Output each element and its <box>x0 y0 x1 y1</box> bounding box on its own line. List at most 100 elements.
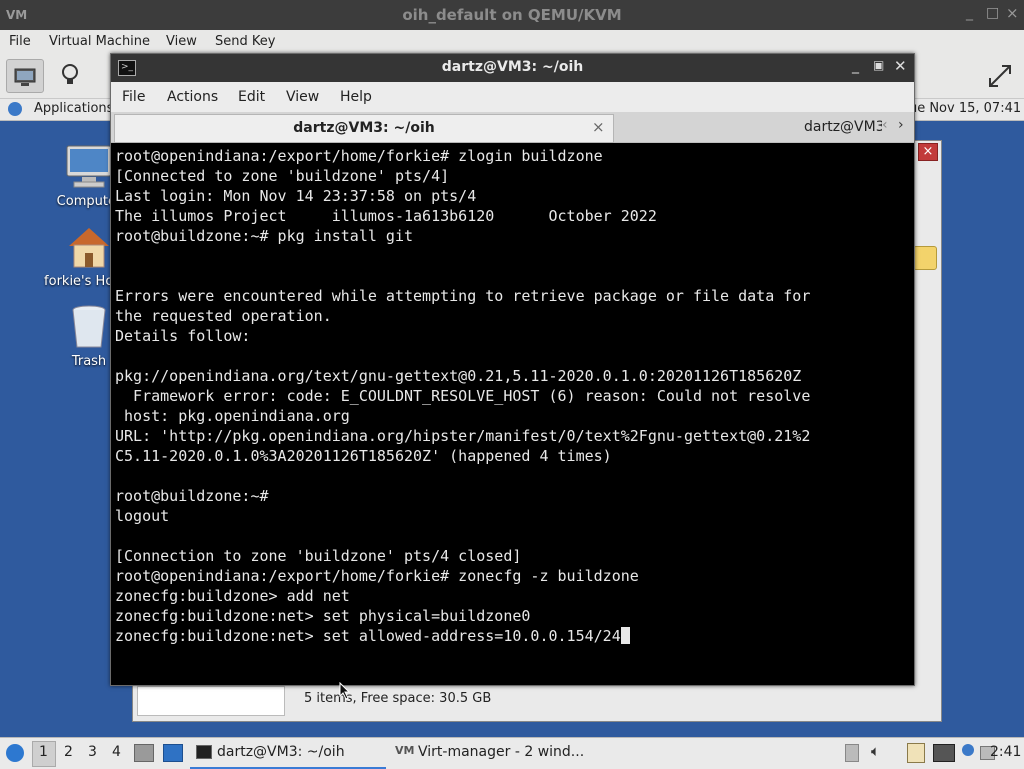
terminal-line-text: root@openindiana:/export/home/forkie# zl… <box>115 147 603 165</box>
terminal-tab-inactive[interactable]: dartz@VM3: ~/oih <box>614 114 882 141</box>
workspace-1[interactable]: 1 <box>39 744 48 760</box>
terminal-line-text: Last login: Mon Nov 14 23:37:58 on pts/4 <box>115 187 477 205</box>
terminal-line: root@buildzone:~# pkg install git <box>115 226 413 246</box>
host-menu-virtual-machine[interactable]: Virtual Machine <box>49 34 150 49</box>
terminal-line-text: logout <box>115 507 170 525</box>
home-folder-icon <box>69 228 109 268</box>
terminal-line: root@openindiana:/export/home/forkie# zo… <box>115 566 639 586</box>
taskbar-clock[interactable]: 2:41 <box>990 744 1021 760</box>
terminal-line: Framework error: code: E_COULDNT_RESOLVE… <box>115 386 810 406</box>
guest-panel-clock[interactable]: Tue Nov 15, 07:41 <box>903 101 1021 116</box>
terminal-line-text: root@openindiana:/export/home/forkie# zo… <box>115 567 639 585</box>
terminal-line: pkg://openindiana.org/text/gnu-gettext@0… <box>115 366 801 386</box>
terminal-menu-actions[interactable]: Actions <box>167 89 218 105</box>
terminal-line: URL: 'http://pkg.openindiana.org/hipster… <box>115 426 810 446</box>
terminal-line-text: zonecfg:buildzone:net> set allowed-addre… <box>115 627 621 645</box>
task-label: dartz@VM3: ~/oih <box>217 744 345 760</box>
terminal-line-text: The illumos Project illumos-1a613b6120 O… <box>115 207 657 225</box>
host-menubar: File Virtual Machine View Send Key <box>0 30 1024 55</box>
terminal-line-text: host: pkg.openindiana.org <box>115 407 350 425</box>
terminal-tab-active[interactable]: dartz@VM3: ~/oih × <box>114 114 614 143</box>
task-label: Virt-manager - 2 wind... <box>418 744 585 760</box>
task-terminal[interactable]: dartz@VM3: ~/oih <box>190 740 386 769</box>
show-desktop-icon[interactable] <box>163 744 183 762</box>
details-button[interactable] <box>52 59 88 91</box>
monitor-icon <box>14 68 36 86</box>
terminal-line: [Connected to zone 'buildzone' pts/4] <box>115 166 449 186</box>
terminal-line-text: [Connection to zone 'buildzone' pts/4 cl… <box>115 547 522 565</box>
host-titlebar: VM oih_default on QEMU/KVM _ □ × <box>0 0 1024 30</box>
terminal-task-icon <box>196 745 212 759</box>
terminal-titlebar[interactable]: >_ dartz@VM3: ~/oih _ ▣ ✕ <box>111 54 914 82</box>
terminal-window[interactable]: >_ dartz@VM3: ~/oih _ ▣ ✕ File Actions E… <box>110 53 915 686</box>
tab-close-icon[interactable]: × <box>592 118 605 136</box>
terminal-line: host: pkg.openindiana.org <box>115 406 350 426</box>
tab-scroll-right-icon[interactable]: › <box>898 117 904 133</box>
volume-icon[interactable]: 🔈︎ <box>871 742 880 760</box>
terminal-window-title: dartz@VM3: ~/oih <box>441 59 584 75</box>
terminal-line: zonecfg:buildzone:net> set physical=buil… <box>115 606 530 626</box>
terminal-line-text: root@buildzone:~# <box>115 487 269 505</box>
terminal-menu-help[interactable]: Help <box>340 89 372 105</box>
workspace-4[interactable]: 4 <box>112 744 121 760</box>
virt-manager-task-icon: VM <box>395 744 415 757</box>
fm-close-button[interactable]: × <box>918 143 938 161</box>
applications-icon <box>8 102 22 116</box>
terminal-close-button[interactable]: ✕ <box>894 57 907 75</box>
terminal-maximize-button[interactable]: ▣ <box>873 58 884 72</box>
terminal-menu-view[interactable]: View <box>286 89 319 105</box>
clipboard-icon[interactable] <box>907 743 925 763</box>
computer-icon <box>66 145 112 188</box>
host-maximize-button[interactable]: □ <box>986 5 999 21</box>
lightbulb-icon <box>62 64 78 84</box>
terminal-line: Errors were encountered while attempting… <box>115 286 810 306</box>
terminal-menu-file[interactable]: File <box>122 89 145 105</box>
tray-scroll-icon[interactable] <box>845 744 859 762</box>
file-manager-launcher-icon[interactable] <box>134 744 154 762</box>
tab-label: dartz@VM3: ~/oih <box>293 120 435 136</box>
network-icon[interactable] <box>933 744 955 762</box>
task-virt-manager[interactable]: VM Virt-manager - 2 wind... <box>392 740 588 767</box>
host-menu-send-key[interactable]: Send Key <box>215 34 275 49</box>
terminal-tab-bar: dartz@VM3: ~/oih × dartz@VM3: ~/oih ‹ › <box>111 112 914 143</box>
fm-clean-icon[interactable] <box>913 246 937 270</box>
host-menu-view[interactable]: View <box>166 34 197 49</box>
host-menu-file[interactable]: File <box>9 34 31 49</box>
host-close-button[interactable]: × <box>1006 4 1019 22</box>
terminal-cursor <box>620 627 630 644</box>
trash-icon <box>72 305 106 348</box>
workspace-3[interactable]: 3 <box>88 744 97 760</box>
terminal-line: zonecfg:buildzone> add net <box>115 586 350 606</box>
terminal-line: Last login: Mon Nov 14 23:37:58 on pts/4 <box>115 186 476 206</box>
terminal-menu-edit[interactable]: Edit <box>238 89 265 105</box>
terminal-line: root@buildzone:~# <box>115 486 269 506</box>
guest-taskbar: 1 2 3 4 dartz@VM3: ~/oih VM Virt-manager… <box>0 737 1024 769</box>
mouse-pointer-icon <box>339 682 351 700</box>
terminal-line-text: C5.11-2020.0.1.0%3A20201126T185620Z' (ha… <box>115 447 612 465</box>
workspace-2[interactable]: 2 <box>64 744 73 760</box>
fm-status-bar: 5 items, Free space: 30.5 GB <box>304 691 492 706</box>
terminal-line-text: pkg://openindiana.org/text/gnu-gettext@0… <box>115 367 802 385</box>
terminal-line: Details follow: <box>115 326 250 346</box>
terminal-line: [Connection to zone 'buildzone' pts/4 cl… <box>115 546 521 566</box>
notification-icon[interactable] <box>962 744 974 756</box>
start-menu-icon[interactable] <box>6 744 24 762</box>
terminal-line: C5.11-2020.0.1.0%3A20201126T185620Z' (ha… <box>115 446 612 466</box>
terminal-line-text: Framework error: code: E_COULDNT_RESOLVE… <box>115 387 811 405</box>
terminal-line-text: zonecfg:buildzone> add net <box>115 587 350 605</box>
terminal-minimize-button[interactable]: _ <box>852 58 859 74</box>
terminal-output[interactable]: root@openindiana:/export/home/forkie# zl… <box>113 146 911 682</box>
terminal-line: the requested operation. <box>115 306 332 326</box>
terminal-line-text: the requested operation. <box>115 307 332 325</box>
tab-scroll-left-icon[interactable]: ‹ <box>882 117 888 133</box>
applications-menu[interactable]: Applications <box>34 101 113 116</box>
terminal-line: logout <box>115 506 169 526</box>
fm-sidebar-footer <box>137 686 285 716</box>
host-minimize-button[interactable]: _ <box>966 5 973 21</box>
console-button[interactable] <box>6 59 44 93</box>
terminal-line-text: URL: 'http://pkg.openindiana.org/hipster… <box>115 427 811 445</box>
fullscreen-button[interactable] <box>984 60 1016 92</box>
terminal-line-text: root@buildzone:~# pkg install git <box>115 227 414 245</box>
terminal-line-text: [Connected to zone 'buildzone' pts/4] <box>115 167 450 185</box>
tab-label: dartz@VM3: ~/oih <box>804 119 882 135</box>
